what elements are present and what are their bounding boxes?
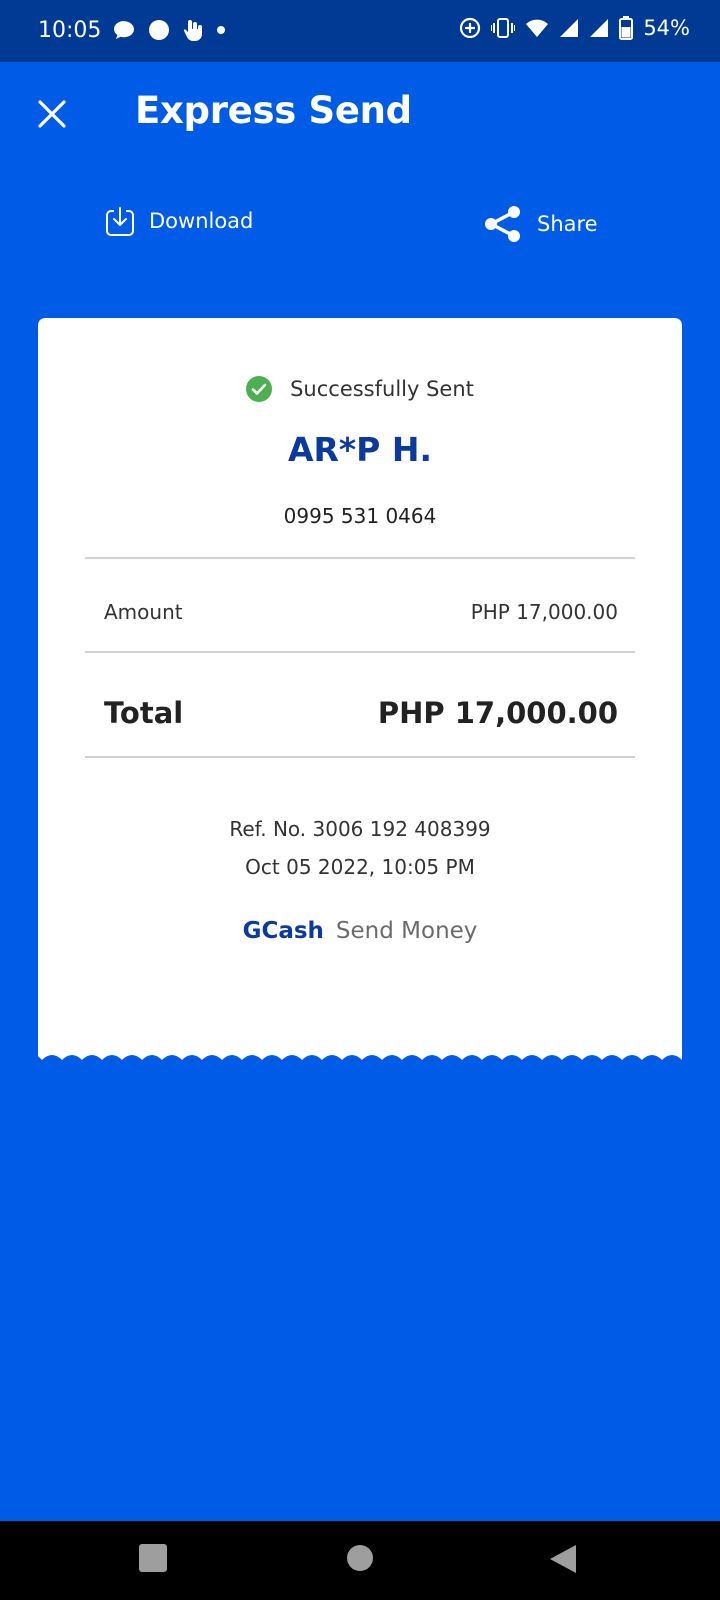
amount-row: Amount PHP 17,000.00	[104, 600, 618, 624]
close-icon	[38, 100, 66, 128]
amount-label: Amount	[104, 600, 183, 624]
total-row: Total PHP 17,000.00	[104, 696, 618, 730]
amount-value: PHP 17,000.00	[470, 600, 618, 624]
divider	[85, 557, 635, 559]
battery-icon	[619, 16, 634, 40]
system-nav-bar	[0, 1521, 720, 1600]
touch-icon	[183, 20, 202, 41]
divider	[85, 651, 635, 653]
home-button[interactable]	[346, 1543, 374, 1578]
brand-name: GCash	[242, 918, 324, 944]
signal-icon	[560, 19, 579, 37]
square-icon	[139, 1544, 167, 1572]
share-label: Share	[537, 212, 598, 236]
share-icon	[485, 206, 520, 242]
signal-icon	[590, 19, 609, 37]
brand-footer: GCash Send Money	[38, 918, 682, 944]
receipt-card: Successfully Sent AR*P H. 0995 531 0464 …	[38, 318, 682, 1080]
back-triangle-icon	[550, 1545, 576, 1573]
system-status-icons: 54%	[459, 16, 690, 40]
recipient-name: AR*P H.	[287, 430, 433, 469]
status-time: 10:05	[38, 18, 102, 43]
notification-icons	[112, 18, 226, 42]
vibrate-icon	[491, 18, 516, 38]
circle-icon	[149, 20, 169, 40]
transaction-datetime: Oct 05 2022, 10:05 PM	[245, 855, 475, 879]
battery-percentage: 54%	[643, 16, 690, 40]
wifi-icon	[526, 19, 549, 37]
sync-icon	[460, 17, 481, 39]
page-title: Express Send	[135, 89, 412, 132]
total-label: Total	[104, 696, 184, 730]
success-status: Successfully Sent	[38, 376, 682, 402]
recents-button[interactable]	[138, 1543, 168, 1578]
brand-service: Send Money	[335, 918, 478, 944]
recipient-phone: 0995 531 0464	[283, 504, 437, 528]
divider	[85, 756, 635, 758]
close-button[interactable]	[30, 92, 74, 136]
circle-icon	[347, 1545, 373, 1571]
download-button[interactable]: Download	[105, 205, 253, 237]
status-bar: 10:05 54%	[0, 0, 720, 62]
download-icon	[106, 207, 134, 236]
check-circle-icon	[246, 376, 273, 402]
status-text: Successfully Sent	[290, 377, 474, 401]
reference-number: Ref. No. 3006 192 408399	[229, 817, 491, 841]
back-button[interactable]	[548, 1543, 578, 1580]
dot-icon	[217, 26, 225, 34]
message-icon	[114, 21, 134, 39]
app-bar: Express Send	[0, 62, 720, 158]
reference-block: Ref. No. 3006 192 408399 Oct 05 2022, 10…	[38, 810, 682, 886]
share-button[interactable]: Share	[483, 205, 598, 243]
total-value: PHP 17,000.00	[377, 696, 618, 730]
download-label: Download	[149, 209, 254, 233]
